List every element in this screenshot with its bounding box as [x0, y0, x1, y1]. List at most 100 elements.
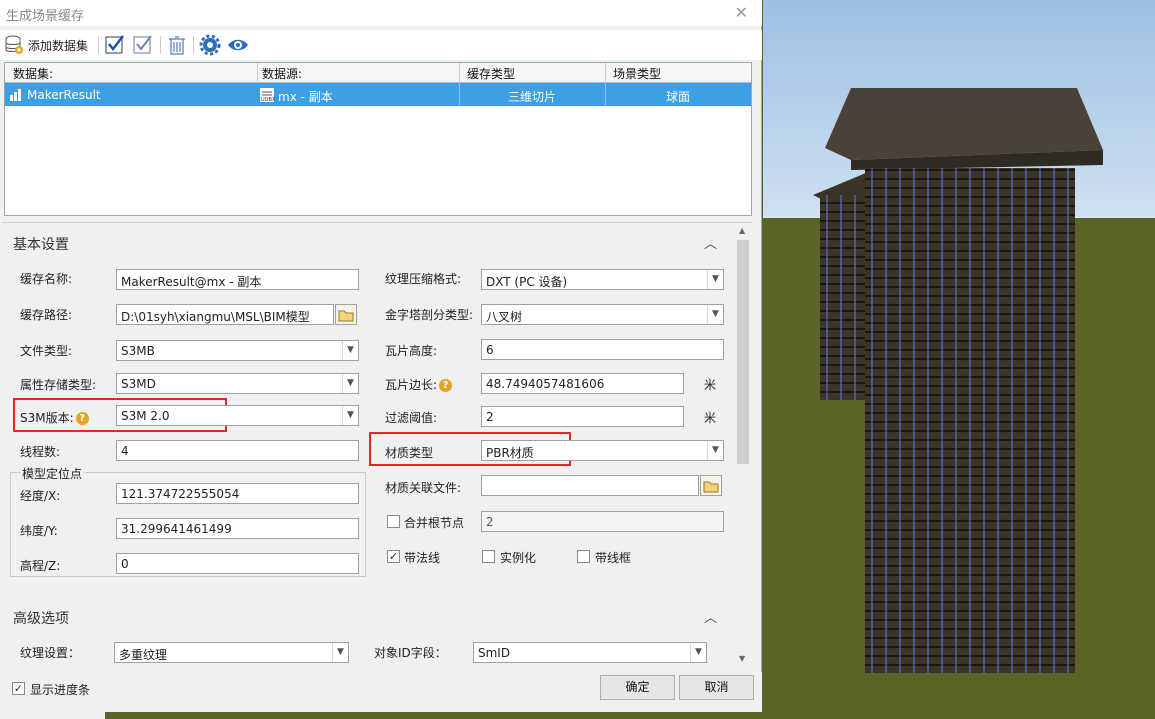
s3m-version-select[interactable]: S3M 2.0 ▼ — [116, 405, 359, 426]
chevron-down-icon: ▼ — [707, 270, 723, 289]
merge-root-input[interactable]: 2 — [481, 511, 724, 532]
texture-compress-label: 纹理压缩格式: — [385, 272, 462, 286]
wireframe-label: 带线框 — [595, 551, 632, 565]
chevron-down-icon: ▼ — [332, 643, 348, 662]
col-header-datasource[interactable]: 数据源: — [262, 65, 302, 82]
file-type-label: 文件类型: — [20, 344, 73, 358]
s3m-version-label-text: S3M版本: — [20, 411, 74, 425]
material-type-value: PBR材质 — [486, 446, 534, 460]
eye-icon — [228, 39, 248, 51]
material-file-label: 材质关联文件: — [385, 481, 462, 495]
scrollbar-thumb[interactable] — [737, 240, 749, 464]
pyramid-type-select[interactable]: 八叉树 ▼ — [481, 304, 724, 325]
collapse-chevron-icon[interactable]: ︿ — [704, 233, 717, 252]
texture-compress-value: DXT (PC 设备) — [486, 275, 568, 289]
help-icon[interactable]: ? — [75, 412, 89, 425]
filter-threshold-input[interactable]: 2 — [481, 406, 684, 427]
wireframe-checkbox[interactable] — [577, 550, 590, 563]
tile-edge-label: 瓦片边长:? — [385, 376, 453, 393]
with-normals-label: 带法线 — [404, 551, 441, 565]
title-bar: 生成场景缓存 ✕ — [0, 0, 762, 26]
instancing-checkbox[interactable] — [482, 550, 495, 563]
svg-text:UDBX: UDBX — [261, 97, 275, 103]
tile-height-label: 瓦片高度: — [385, 344, 438, 358]
tile-edge-unit: 米 — [704, 378, 717, 392]
building-back-tower — [820, 195, 870, 400]
longitude-input[interactable]: 121.374722555054 — [116, 483, 359, 504]
col-header-cache-type[interactable]: 缓存类型 — [467, 65, 515, 82]
object-id-select[interactable]: SmID ▼ — [473, 642, 707, 663]
tile-edge-input[interactable]: 48.7494057481606 — [481, 373, 684, 394]
help-icon[interactable]: ? — [439, 379, 453, 392]
select-all-button[interactable] — [104, 33, 126, 57]
invert-select-button[interactable] — [132, 33, 154, 57]
cancel-button[interactable]: 取消 — [679, 675, 754, 700]
filter-threshold-unit: 米 — [704, 411, 717, 425]
attr-storage-label: 属性存储类型: — [20, 378, 97, 392]
trash-icon — [169, 36, 185, 55]
chevron-down-icon: ▼ — [690, 643, 706, 662]
browse-folder-button[interactable] — [335, 304, 357, 325]
cell-dataset: MakerResult — [27, 88, 101, 102]
vertical-scrollbar[interactable]: ▲ ▼ — [736, 226, 750, 668]
add-dataset-button[interactable]: 添加数据集 — [4, 33, 88, 57]
scroll-up-icon[interactable]: ▲ — [739, 226, 745, 235]
texture-settings-value: 多重纹理 — [119, 648, 168, 662]
with-normals-checkbox[interactable]: ✓ — [387, 550, 400, 563]
show-progress-checkbox[interactable]: ✓ — [12, 682, 25, 695]
cell-scene-type[interactable]: 球面 — [605, 88, 751, 105]
model-position-title: 模型定位点 — [20, 465, 85, 482]
preview-button[interactable] — [226, 33, 250, 57]
tile-edge-label-text: 瓦片边长: — [385, 378, 438, 392]
merge-root-label: 合并根节点 — [404, 516, 465, 530]
table-row[interactable]: MakerResult UDBX mx - 副本 三维切片 球面 — [5, 83, 751, 106]
cache-path-input[interactable]: D:\01syh\xiangmu\MSL\BIM模型 — [116, 304, 334, 325]
chevron-down-icon: ▼ — [707, 305, 723, 324]
gear-icon — [199, 34, 221, 56]
cache-name-label: 缓存名称: — [20, 272, 73, 286]
cache-name-input[interactable]: MakerResult@mx - 副本 — [116, 269, 359, 290]
show-progress-label: 显示进度条 — [30, 683, 91, 697]
texture-settings-select[interactable]: 多重纹理 ▼ — [114, 642, 349, 663]
ground-strip — [105, 712, 763, 719]
texture-settings-label: 纹理设置： — [20, 646, 81, 660]
column-divider — [257, 63, 258, 83]
settings-button[interactable] — [199, 33, 221, 57]
col-header-dataset[interactable]: 数据集: — [13, 65, 53, 82]
tile-height-input[interactable]: 6 — [481, 339, 724, 360]
toolbar: 添加数据集 — [0, 30, 762, 60]
ok-button[interactable]: 确定 — [600, 675, 675, 700]
altitude-input[interactable]: 0 — [116, 553, 359, 574]
close-icon[interactable]: ✕ — [735, 3, 748, 22]
advanced-options-title: 高级选项 — [13, 611, 69, 627]
pyramid-type-label: 金字塔剖分类型: — [385, 308, 474, 322]
collapse-chevron-icon[interactable]: ︿ — [704, 607, 717, 626]
file-type-select[interactable]: S3MB ▼ — [116, 340, 359, 361]
toolbar-separator — [98, 36, 99, 54]
toolbar-separator — [193, 36, 194, 54]
delete-button[interactable] — [166, 33, 188, 57]
latitude-input[interactable]: 31.299641461499 — [116, 518, 359, 539]
chevron-down-icon: ▼ — [342, 374, 358, 393]
column-divider — [459, 63, 460, 83]
material-type-select[interactable]: PBR材质 ▼ — [481, 440, 724, 461]
instancing-label: 实例化 — [500, 551, 537, 565]
file-type-value: S3MB — [121, 344, 155, 358]
column-divider — [605, 63, 606, 83]
scroll-down-icon[interactable]: ▼ — [739, 654, 745, 663]
threads-input[interactable]: 4 — [116, 440, 359, 461]
folder-icon — [703, 481, 719, 492]
merge-root-checkbox[interactable] — [387, 515, 400, 528]
col-header-scene-type[interactable]: 场景类型 — [613, 65, 661, 82]
basic-settings-title: 基本设置 — [13, 237, 69, 253]
dialog-footer: ✓ 显示进度条 确定 取消 — [0, 672, 762, 712]
texture-compress-select[interactable]: DXT (PC 设备) ▼ — [481, 269, 724, 290]
settings-panel: 基本设置 ︿ 缓存名称: MakerResult@mx - 副本 缓存路径: D… — [2, 222, 752, 668]
browse-material-button[interactable] — [700, 475, 722, 496]
attr-storage-select[interactable]: S3MD ▼ — [116, 373, 359, 394]
object-id-value: SmID — [478, 646, 511, 660]
cell-cache-type[interactable]: 三维切片 — [459, 88, 605, 105]
add-dataset-label: 添加数据集 — [28, 38, 89, 53]
material-file-input[interactable] — [481, 475, 699, 496]
s3m-version-label: S3M版本:? — [20, 409, 89, 426]
